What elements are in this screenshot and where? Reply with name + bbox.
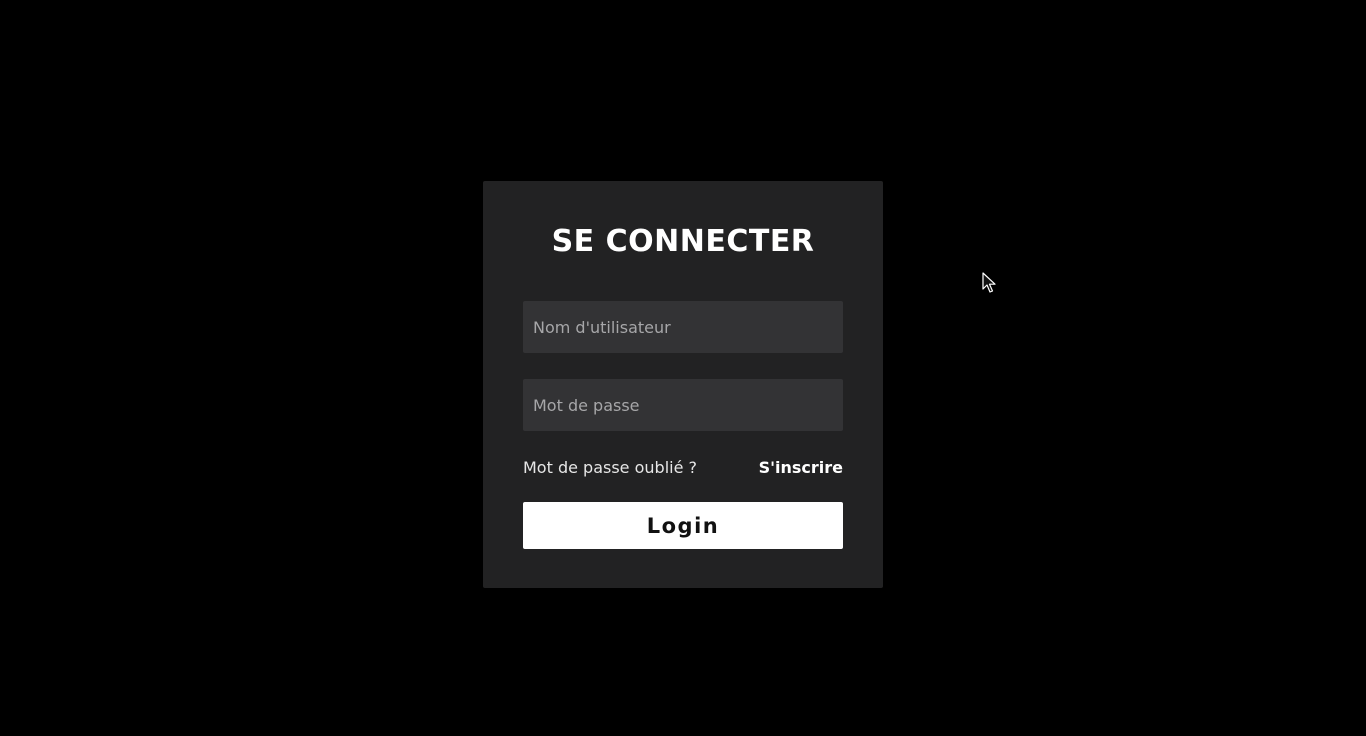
links-row: Mot de passe oublié ? S'inscrire <box>523 457 843 477</box>
login-card: SE CONNECTER Mot de passe oublié ? S'ins… <box>483 181 883 588</box>
forgot-password-link[interactable]: Mot de passe oublié ? <box>523 458 697 477</box>
login-title: SE CONNECTER <box>551 224 815 259</box>
login-button[interactable]: Login <box>523 502 843 549</box>
mouse-pointer-icon <box>982 272 996 293</box>
page: SE CONNECTER Mot de passe oublié ? S'ins… <box>0 0 1366 736</box>
password-input[interactable] <box>523 379 843 431</box>
signup-link[interactable]: S'inscrire <box>759 458 843 477</box>
username-input[interactable] <box>523 301 843 353</box>
